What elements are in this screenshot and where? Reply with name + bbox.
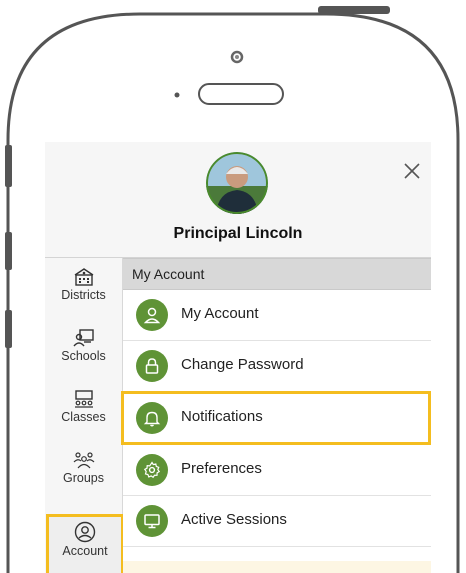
person-icon: [136, 299, 168, 331]
district-building-icon: [74, 268, 93, 286]
sidebar-item-districts[interactable]: Districts: [45, 262, 122, 319]
avatar: [206, 152, 268, 214]
lock-icon: [136, 350, 168, 382]
menu-item-label: Change Password: [181, 356, 304, 373]
menu-item-change-password[interactable]: Change Password: [123, 341, 431, 392]
groups-icon: [73, 452, 94, 469]
profile-name: Principal Lincoln: [173, 225, 303, 242]
sidebar-item-label: Schools: [61, 349, 106, 363]
sidebar-item-label: Districts: [61, 288, 106, 302]
app-screen: Principal Lincoln Districts Schools Clas…: [45, 142, 431, 573]
classes-icon: [74, 390, 93, 408]
mute-switch: [5, 145, 12, 187]
sidebar-item-label: Classes: [61, 410, 106, 424]
menu-item-label: Preferences: [181, 460, 262, 477]
bell-icon: [136, 402, 168, 434]
sidebar: Districts Schools Classes Groups Account: [45, 258, 124, 573]
account-icon: [74, 521, 96, 543]
menu-item-my-account[interactable]: My Account: [123, 290, 431, 341]
school-icon: [72, 329, 94, 347]
bottom-strip: [123, 561, 431, 573]
account-menu: My Account My Account Change Password No…: [121, 258, 431, 573]
volume-down-button: [5, 310, 12, 348]
power-button: [318, 6, 390, 14]
sidebar-item-classes[interactable]: Classes: [45, 384, 122, 441]
menu-item-label: Active Sessions: [181, 511, 287, 528]
menu-item-notifications[interactable]: Notifications: [121, 391, 431, 445]
sidebar-item-label: Groups: [63, 471, 104, 485]
sidebar-item-schools[interactable]: Schools: [45, 323, 122, 380]
monitor-icon: [136, 505, 168, 537]
speaker-grille: [198, 83, 284, 105]
sidebar-item-groups[interactable]: Groups: [45, 445, 122, 502]
section-title: My Account: [132, 266, 205, 282]
section-header: My Account: [123, 258, 431, 290]
gear-icon: [136, 454, 168, 486]
sidebar-item-label: Account: [62, 544, 108, 558]
menu-item-label: My Account: [181, 305, 259, 322]
close-icon[interactable]: [401, 160, 423, 182]
sidebar-item-account[interactable]: Account: [46, 514, 124, 573]
menu-item-active-sessions[interactable]: Active Sessions: [123, 496, 431, 547]
volume-up-button: [5, 232, 12, 270]
sensor-dot: [174, 92, 180, 98]
profile-header: Principal Lincoln: [45, 142, 431, 258]
menu-item-label: Notifications: [181, 408, 263, 425]
menu-item-preferences[interactable]: Preferences: [123, 445, 431, 496]
